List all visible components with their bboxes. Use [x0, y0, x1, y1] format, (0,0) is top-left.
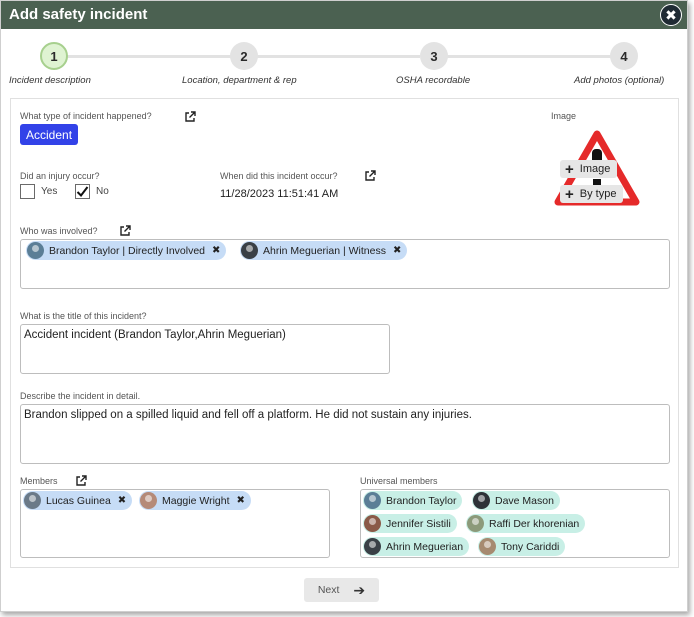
chip-label: Raffi Der khorenian: [489, 517, 580, 530]
plus-icon: +: [565, 185, 574, 203]
close-button[interactable]: ✖: [660, 4, 682, 26]
step-2-circle[interactable]: 2: [230, 42, 258, 70]
universal-member-chip[interactable]: Dave Mason: [472, 491, 560, 510]
step-4-label: Add photos (optional): [574, 75, 665, 86]
universal-member-chip[interactable]: Tony Cariddi: [478, 537, 566, 556]
universal-member-chip[interactable]: Ahrin Meguerian: [363, 537, 470, 556]
avatar: [473, 492, 490, 509]
member-chip: Lucas Guinea ✖: [23, 491, 133, 510]
add-image-label: Image: [579, 163, 611, 175]
remove-chip-icon[interactable]: ✖: [118, 495, 126, 506]
chip-label: Ahrin Meguerian | Witness: [263, 244, 386, 257]
avatar: [140, 492, 157, 509]
injury-question-label: Did an injury occur?: [20, 171, 100, 181]
universal-member-chip[interactable]: Brandon Taylor: [363, 491, 463, 510]
step-1-circle[interactable]: 1: [40, 42, 68, 70]
involved-chip: Brandon Taylor | Directly Involved ✖: [26, 241, 227, 260]
universal-member-chip[interactable]: Raffi Der khorenian: [466, 514, 586, 533]
members-field[interactable]: Lucas Guinea ✖ Maggie Wright ✖: [20, 489, 330, 558]
add-image-button[interactable]: + Image: [560, 160, 618, 178]
checkmark-icon: [76, 186, 89, 198]
chip-label: Maggie Wright: [162, 494, 230, 507]
members-label: Members: [20, 476, 58, 486]
incident-type-label: What type of incident happened?: [20, 111, 152, 121]
next-button[interactable]: Next ➔: [304, 578, 379, 602]
avatar: [364, 492, 381, 509]
step-4-number: 4: [620, 48, 628, 64]
remove-chip-icon[interactable]: ✖: [393, 245, 401, 256]
incident-detail-value: Brandon slipped on a spilled liquid and …: [24, 409, 472, 421]
chip-label: Brandon Taylor: [386, 494, 457, 507]
step-2-label: Location, department & rep: [182, 75, 297, 86]
step-3-circle[interactable]: 3: [420, 42, 448, 70]
external-link-icon[interactable]: [184, 111, 196, 123]
chip-label: Tony Cariddi: [501, 540, 560, 553]
next-button-label: Next: [317, 584, 340, 596]
step-connector: [447, 55, 611, 58]
step-2-number: 2: [240, 48, 248, 64]
injury-yes-checkbox[interactable]: [20, 184, 35, 199]
chip-label: Brandon Taylor | Directly Involved: [49, 244, 206, 257]
injury-yes-label: Yes: [41, 186, 58, 197]
member-chip: Maggie Wright ✖: [139, 491, 251, 510]
avatar: [27, 242, 44, 259]
plus-icon: +: [565, 160, 574, 178]
chip-label: Ahrin Meguerian: [386, 540, 464, 553]
external-link-icon[interactable]: [75, 475, 87, 487]
incident-time-value: 11/28/2023 11:51:41 AM: [220, 188, 339, 200]
wizard-stepper: 1 2 3 4 Incident description Location, d…: [1, 37, 687, 93]
incident-detail-label: Describe the incident in detail.: [20, 391, 141, 401]
universal-member-chip[interactable]: Jennifer Sistili: [363, 514, 457, 533]
involved-chip: Ahrin Meguerian | Witness ✖: [240, 241, 408, 260]
incident-title-label: What is the title of this incident?: [20, 311, 147, 321]
involved-people-field[interactable]: Brandon Taylor | Directly Involved ✖ Ahr…: [20, 239, 670, 289]
incident-type-badge[interactable]: Accident: [20, 124, 79, 145]
step-3-label: OSHA recordable: [396, 75, 471, 86]
step-1-number: 1: [50, 48, 58, 64]
dialog-title: Add safety incident: [9, 6, 148, 23]
avatar: [364, 515, 381, 532]
remove-chip-icon[interactable]: ✖: [212, 245, 220, 256]
avatar: [24, 492, 41, 509]
remove-chip-icon[interactable]: ✖: [237, 495, 245, 506]
arrow-right-icon: ➔: [353, 581, 366, 598]
external-link-icon[interactable]: [119, 225, 131, 237]
external-link-icon[interactable]: [364, 170, 376, 182]
step-connector: [256, 55, 420, 58]
incident-form-panel: What type of incident happened? Accident…: [10, 98, 679, 568]
avatar: [241, 242, 258, 259]
involved-label: Who was involved?: [20, 226, 98, 236]
chip-label: Jennifer Sistili: [386, 517, 451, 530]
chip-label: Dave Mason: [495, 494, 554, 507]
universal-members-label: Universal members: [360, 476, 438, 486]
avatar: [479, 538, 496, 555]
close-icon: ✖: [665, 6, 677, 23]
step-1-label: Incident description: [9, 75, 91, 86]
add-by-type-button[interactable]: + By type: [560, 185, 624, 203]
step-connector: [61, 55, 233, 58]
universal-members-field: Brandon Taylor Dave Mason Jennifer Sisti…: [360, 489, 670, 558]
incident-title-value: Accident incident (Brandon Taylor,Ahrin …: [24, 329, 286, 341]
step-4-circle[interactable]: 4: [610, 42, 638, 70]
incident-detail-textarea[interactable]: Brandon slipped on a spilled liquid and …: [20, 404, 670, 464]
injury-no-checkbox[interactable]: [75, 184, 90, 199]
injury-yes-option[interactable]: Yes: [20, 184, 57, 199]
dialog-titlebar: Add safety incident ✖: [1, 1, 687, 29]
incident-time-label: When did this incident occur?: [220, 171, 338, 181]
injury-no-label: No: [96, 186, 109, 197]
step-3-number: 3: [430, 48, 438, 64]
injury-no-option[interactable]: No: [75, 184, 109, 199]
avatar: [364, 538, 381, 555]
add-by-type-label: By type: [579, 188, 617, 200]
avatar: [467, 515, 484, 532]
chip-label: Lucas Guinea: [46, 494, 111, 507]
safety-incident-dialog: Add safety incident ✖ 1 2 3 4 Incident d…: [0, 0, 688, 612]
incident-title-input[interactable]: Accident incident (Brandon Taylor,Ahrin …: [20, 324, 390, 374]
image-label: Image: [551, 111, 577, 121]
